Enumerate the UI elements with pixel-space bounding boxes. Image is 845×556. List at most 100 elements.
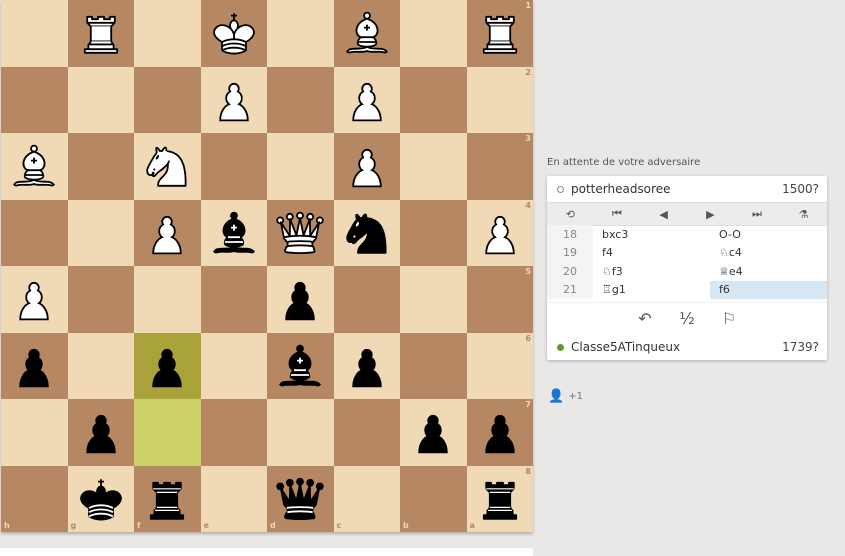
opponent-player[interactable]: potterheadsoree 1500? [547, 176, 827, 202]
black-bishop-icon[interactable] [273, 339, 327, 393]
black-pawn-icon[interactable] [7, 339, 61, 393]
square-c1[interactable] [333, 0, 400, 67]
square-a3[interactable]: 3 [466, 133, 533, 200]
next-move-button[interactable]: ▶ [687, 208, 733, 221]
square-a7[interactable]: 7 [466, 399, 533, 466]
square-e4[interactable] [200, 199, 267, 266]
square-g3[interactable] [67, 133, 134, 200]
square-d5[interactable] [267, 266, 334, 333]
white-rook-icon[interactable] [473, 6, 527, 60]
square-f4[interactable] [134, 199, 201, 266]
white-move[interactable]: bxc3 [593, 225, 710, 244]
black-move[interactable]: O-O [710, 225, 827, 244]
first-move-button[interactable]: ⏮ [594, 207, 640, 221]
square-a8[interactable]: 8a [466, 465, 533, 532]
square-g4[interactable] [67, 199, 134, 266]
black-pawn-icon[interactable] [340, 339, 394, 393]
square-g5[interactable] [67, 266, 134, 333]
square-f7[interactable] [134, 399, 201, 466]
square-e8[interactable]: e [200, 465, 267, 532]
white-bishop-icon[interactable] [340, 6, 394, 60]
square-g6[interactable] [67, 332, 134, 399]
white-move[interactable]: f4 [593, 244, 710, 263]
black-move[interactable]: f6 [710, 280, 827, 299]
black-queen-icon[interactable] [273, 472, 327, 526]
white-pawn-icon[interactable] [7, 272, 61, 326]
square-c3[interactable] [333, 133, 400, 200]
white-move[interactable]: ♘f3 [593, 262, 710, 281]
square-f6[interactable] [134, 332, 201, 399]
black-rook-icon[interactable] [140, 472, 194, 526]
self-name[interactable]: Classe5ATinqueux [571, 340, 782, 354]
white-pawn-icon[interactable] [140, 206, 194, 260]
square-f3[interactable] [134, 133, 201, 200]
takeback-button[interactable]: ↶ [635, 309, 655, 328]
white-pawn-icon[interactable] [340, 73, 394, 127]
square-e1[interactable] [200, 0, 267, 67]
last-move-button[interactable]: ⏭ [734, 207, 780, 221]
white-knight-icon[interactable] [140, 139, 194, 193]
square-e2[interactable] [200, 66, 267, 133]
square-b2[interactable] [400, 66, 467, 133]
square-g2[interactable] [67, 66, 134, 133]
white-pawn-icon[interactable] [207, 73, 261, 127]
square-b1[interactable] [400, 0, 467, 67]
square-c5[interactable] [333, 266, 400, 333]
square-d7[interactable] [267, 399, 334, 466]
square-h7[interactable] [1, 399, 68, 466]
resign-button[interactable]: ⚐ [719, 309, 739, 328]
square-c7[interactable] [333, 399, 400, 466]
square-g7[interactable] [67, 399, 134, 466]
white-rook-icon[interactable] [74, 6, 128, 60]
analysis-button[interactable]: ⚗ [781, 208, 827, 221]
square-d6[interactable] [267, 332, 334, 399]
black-king-icon[interactable] [74, 472, 128, 526]
square-d3[interactable] [267, 133, 334, 200]
self-player[interactable]: Classe5ATinqueux 1739? [547, 334, 827, 360]
square-c4[interactable] [333, 199, 400, 266]
square-c8[interactable]: c [333, 465, 400, 532]
black-knight-icon[interactable] [340, 206, 394, 260]
square-h1[interactable] [1, 0, 68, 67]
square-d2[interactable] [267, 66, 334, 133]
square-e6[interactable] [200, 332, 267, 399]
black-pawn-icon[interactable] [473, 405, 527, 459]
square-g1[interactable] [67, 0, 134, 67]
square-g8[interactable]: g [67, 465, 134, 532]
chess-board[interactable]: 12 3 4 5 6 7 h g f e d c b 8 a [1, 0, 533, 532]
square-b3[interactable] [400, 133, 467, 200]
white-pawn-icon[interactable] [340, 139, 394, 193]
square-b6[interactable] [400, 332, 467, 399]
square-f2[interactable] [134, 66, 201, 133]
square-b7[interactable] [400, 399, 467, 466]
black-pawn-icon[interactable] [74, 405, 128, 459]
black-bishop-icon[interactable] [207, 206, 261, 260]
square-h4[interactable] [1, 199, 68, 266]
black-pawn-icon[interactable] [140, 339, 194, 393]
square-c6[interactable] [333, 332, 400, 399]
square-a6[interactable]: 6 [466, 332, 533, 399]
square-e7[interactable] [200, 399, 267, 466]
square-d4[interactable] [267, 199, 334, 266]
square-h8[interactable]: h [1, 465, 68, 532]
flip-board-button[interactable]: ⟲ [547, 208, 593, 221]
square-d1[interactable] [267, 0, 334, 67]
black-move[interactable]: ♘c4 [710, 244, 827, 263]
square-h5[interactable] [1, 266, 68, 333]
square-e3[interactable] [200, 133, 267, 200]
square-f5[interactable] [134, 266, 201, 333]
white-king-icon[interactable] [207, 6, 261, 60]
white-pawn-icon[interactable] [473, 206, 527, 260]
offer-draw-button[interactable]: ½ [677, 309, 697, 328]
square-f1[interactable] [134, 0, 201, 67]
square-a1[interactable]: 1 [466, 0, 533, 67]
white-move[interactable]: ♖g1 [593, 281, 710, 300]
white-bishop-icon[interactable] [7, 139, 61, 193]
square-h6[interactable] [1, 332, 68, 399]
square-e5[interactable] [200, 266, 267, 333]
black-move[interactable]: ♕e4 [710, 262, 827, 281]
square-c2[interactable] [333, 66, 400, 133]
black-rook-icon[interactable] [473, 472, 527, 526]
square-h3[interactable] [1, 133, 68, 200]
opponent-name[interactable]: potterheadsoree [571, 182, 782, 196]
